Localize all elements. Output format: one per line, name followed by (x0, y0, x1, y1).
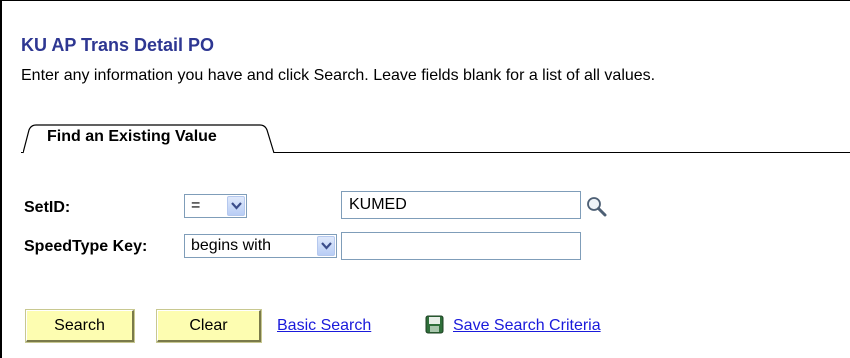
floppy-disk-icon[interactable] (425, 315, 444, 334)
chevron-down-icon (227, 196, 245, 216)
save-search-criteria-link[interactable]: Save Search Criteria (453, 317, 601, 335)
magnifier-icon[interactable] (585, 195, 609, 217)
search-button[interactable]: Search (25, 309, 135, 343)
page-title: KU AP Trans Detail PO (21, 35, 215, 55)
tab-label: Find an Existing Value (47, 128, 217, 145)
setid-operator-value: = (191, 197, 201, 214)
speedtype-label: SpeedType Key: (24, 238, 148, 255)
speedtype-operator-value: begins with (191, 237, 272, 254)
instructions-text: Enter any information you have and click… (21, 67, 656, 84)
setid-input[interactable]: KUMED (341, 191, 581, 219)
setid-input-value: KUMED (349, 196, 407, 213)
setid-label: SetID: (24, 199, 71, 216)
tab-find-existing-value[interactable]: Find an Existing Value (23, 124, 275, 154)
window-left-border (0, 0, 2, 358)
window-top-border (0, 0, 850, 1)
setid-operator-select[interactable]: = (184, 194, 247, 218)
chevron-down-icon (317, 236, 335, 256)
clear-button[interactable]: Clear (156, 309, 262, 343)
basic-search-link[interactable]: Basic Search (277, 317, 371, 335)
speedtype-input[interactable] (341, 232, 581, 260)
speedtype-operator-select[interactable]: begins with (184, 234, 337, 258)
